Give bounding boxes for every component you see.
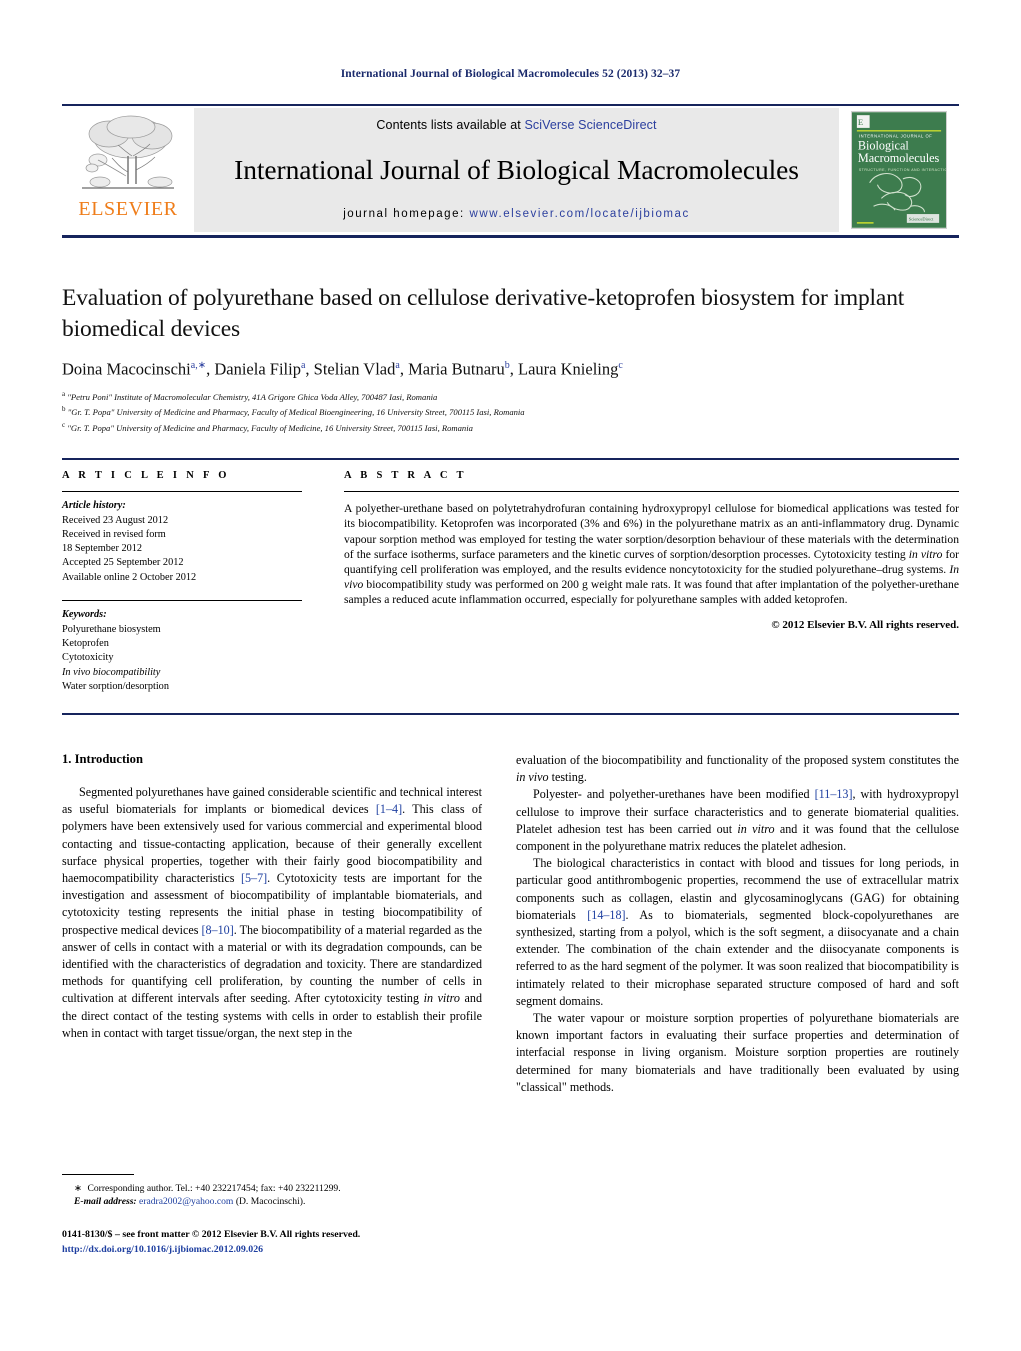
affiliation-item: b "Gr. T. Popa" University of Medicine a…: [62, 403, 952, 418]
svg-text:Macromolecules: Macromolecules: [858, 151, 940, 165]
front-matter-block: 0141-8130/$ – see front matter © 2012 El…: [62, 1228, 532, 1257]
journal-cover-image: E INTERNATIONAL JOURNAL OF Biological Ma…: [851, 111, 947, 229]
keyword-item: Water sorption/desorption: [62, 680, 169, 692]
keyword-item: Cytotoxicity: [62, 652, 114, 664]
affiliation-item: a "Petru Poni" Institute of Macromolecul…: [62, 388, 952, 403]
elsevier-logo: ELSEVIER: [62, 108, 194, 232]
article-info-divider: [62, 491, 302, 493]
keyword-item: Ketoprofen: [62, 637, 109, 649]
info-section-bottom-rule: [62, 713, 959, 715]
history-line: Received in revised form: [62, 528, 166, 540]
abstract-text: A polyether-urethane based on polytetrah…: [344, 502, 959, 607]
abstract-copyright: © 2012 Elsevier B.V. All rights reserved…: [771, 618, 959, 631]
masthead-center-band: Contents lists available at SciVerse Sci…: [194, 108, 839, 232]
keywords-divider: [62, 600, 302, 602]
info-section-top-rule: [62, 458, 959, 460]
abstract-divider: [344, 491, 959, 493]
affiliation-mark: c: [62, 420, 66, 429]
elsevier-wordmark: ELSEVIER: [78, 198, 178, 220]
svg-text:ScienceDirect: ScienceDirect: [909, 216, 934, 221]
journal-title: International Journal of Biological Macr…: [234, 154, 799, 185]
abstract-heading: A B S T R A C T: [344, 470, 467, 481]
keyword-item: Polyurethane biosystem: [62, 623, 161, 635]
affiliation-text: "Petru Poni" Institute of Macromolecular…: [67, 391, 438, 402]
affiliation-list: a "Petru Poni" Institute of Macromolecul…: [62, 388, 952, 434]
affiliation-mark: b: [62, 405, 66, 414]
contents-prefix: Contents lists available at: [376, 118, 525, 132]
body-paragraph: The water vapour or moisture sorption pr…: [516, 1011, 959, 1094]
affiliation-mark: a: [62, 390, 66, 398]
body-paragraph: The biological characteristics in contac…: [516, 856, 959, 1008]
email-suffix: (D. Macocinschi).: [235, 1196, 306, 1208]
body-paragraph: Polyester- and polyether-urethanes have …: [516, 787, 959, 854]
affiliation-text: "Gr. T. Popa" University of Medicine and…: [67, 422, 473, 433]
affiliation-text: "Gr. T. Popa" University of Medicine and…: [67, 407, 525, 418]
email-label: E-mail address:: [74, 1196, 137, 1208]
keywords-label: Keywords:: [62, 609, 107, 621]
corresponding-author-line: ∗ Corresponding author. Tel.: +40 232217…: [74, 1183, 341, 1194]
running-head: International Journal of Biological Macr…: [340, 68, 681, 80]
keyword-item: In vivo biocompatibility: [62, 666, 161, 678]
body-column-left: 1. Introduction Segmented polyurethanes …: [62, 752, 482, 1042]
history-line: Accepted 25 September 2012: [62, 557, 184, 569]
front-matter-line: 0141-8130/$ – see front matter © 2012 El…: [62, 1229, 361, 1240]
page-title: Evaluation of polyurethane based on cell…: [62, 285, 905, 342]
contents-list-line: Contents lists available at SciVerse Sci…: [376, 118, 656, 132]
homepage-label: journal homepage:: [343, 208, 470, 220]
journal-masthead: ELSEVIER Contents lists available at Sci…: [62, 104, 959, 232]
body-paragraph: evaluation of the biocompatibility and f…: [516, 753, 959, 785]
elsevier-tree-icon: [82, 115, 174, 189]
section-heading-introduction: 1. Introduction: [62, 752, 143, 766]
masthead-bottom-rule: [62, 235, 959, 238]
svg-text:STRUCTURE, FUNCTION AND INTERA: STRUCTURE, FUNCTION AND INTERACTIONS: [859, 168, 947, 172]
body-paragraph: Segmented polyurethanes have gained cons…: [62, 785, 482, 1040]
footnote-rule: [62, 1174, 134, 1176]
history-line: Received 23 August 2012: [62, 514, 169, 526]
article-history-label: Article history:: [62, 500, 126, 512]
article-page: International Journal of Biological Macr…: [0, 0, 1021, 1351]
abstract-panel: A B S T R A C T A polyether-urethane bas…: [344, 470, 959, 631]
author-list: Doina Macocinschia,∗, Daniela Filipa, St…: [62, 359, 623, 379]
body-column-right: evaluation of the biocompatibility and f…: [516, 752, 959, 1096]
email-link[interactable]: eradra2002@yahoo.com: [139, 1196, 233, 1207]
doi-link[interactable]: http://dx.doi.org/10.1016/j.ijbiomac.201…: [62, 1243, 532, 1258]
keywords-block: Keywords: Polyurethane biosystem Ketopro…: [62, 608, 302, 694]
history-line: 18 September 2012: [62, 543, 143, 555]
article-info-panel: A R T I C L E I N F O Article history: R…: [62, 470, 302, 694]
article-info-heading: A R T I C L E I N F O: [62, 470, 230, 481]
homepage-url-link[interactable]: www.elsevier.com/locate/ijbiomac: [470, 208, 690, 220]
journal-homepage-line: journal homepage: www.elsevier.com/locat…: [343, 208, 690, 220]
affiliation-item: c "Gr. T. Popa" University of Medicine a…: [62, 419, 952, 434]
journal-cover-thumbnail: E INTERNATIONAL JOURNAL OF Biological Ma…: [839, 108, 959, 232]
history-line: Available online 2 October 2012: [62, 571, 197, 583]
email-line: E-mail address: eradra2002@yahoo.com (D.…: [62, 1195, 492, 1208]
article-history-block: Article history: Received 23 August 2012…: [62, 499, 302, 585]
sciencedirect-link[interactable]: SciVerse ScienceDirect: [524, 118, 656, 132]
corresponding-author-footnote: ∗ Corresponding author. Tel.: +40 232217…: [62, 1182, 492, 1209]
svg-text:E: E: [858, 117, 863, 127]
